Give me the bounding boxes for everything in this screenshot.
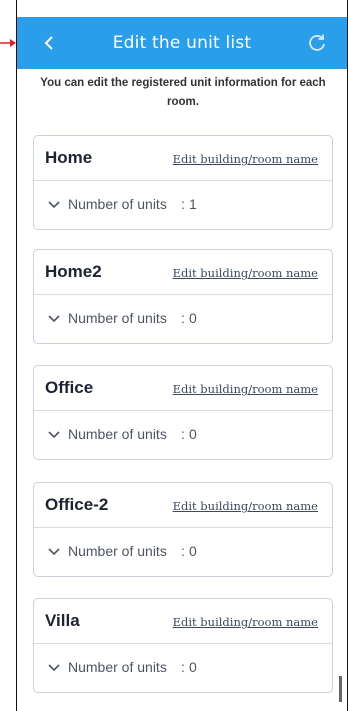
scrollbar[interactable]: [339, 676, 342, 702]
refresh-icon: [309, 34, 325, 51]
units-label: Number of units: [68, 659, 167, 675]
units-count: 0: [189, 426, 197, 442]
edit-room-name-link[interactable]: Edit building/room name: [173, 382, 318, 396]
units-label: Number of units: [68, 426, 167, 442]
room-name: Villa: [45, 611, 80, 630]
info-notice: You can edit the registered unit informa…: [40, 77, 326, 108]
edit-room-name-link[interactable]: Edit building/room name: [173, 499, 318, 513]
pointer-arrow-icon: [0, 39, 16, 47]
units-separator: :: [181, 426, 185, 442]
room-name: Office: [45, 378, 94, 397]
units-row[interactable]: Number of units : 0: [34, 295, 332, 344]
chevron-down-icon[interactable]: [48, 430, 60, 440]
units-label: Number of units: [68, 543, 167, 559]
room-name: Office-2: [45, 495, 109, 514]
units-row[interactable]: Number of units : 1: [34, 181, 332, 230]
room-name: Home: [45, 148, 93, 167]
card-header: Office-2 Edit building/room name: [34, 483, 332, 528]
card-header: Home Edit building/room name: [34, 136, 332, 181]
chevron-down-icon[interactable]: [48, 663, 60, 673]
units-row[interactable]: Number of units : 0: [34, 411, 332, 460]
units-row[interactable]: Number of units : 0: [34, 644, 332, 693]
chevron-down-icon[interactable]: [48, 200, 60, 210]
back-button[interactable]: [37, 31, 61, 55]
units-row[interactable]: Number of units : 0: [34, 528, 332, 577]
units-separator: :: [181, 659, 185, 675]
room-card: Villa Edit building/room name Number of …: [33, 598, 333, 693]
card-header: Office Edit building/room name: [34, 366, 332, 411]
edit-room-name-link[interactable]: Edit building/room name: [173, 266, 318, 280]
units-label: Number of units: [68, 310, 167, 326]
chevron-down-icon[interactable]: [48, 547, 60, 557]
chevron-left-icon: [44, 36, 53, 50]
room-card: Office-2 Edit building/room name Number …: [33, 482, 333, 577]
units-count: 0: [189, 310, 197, 326]
edit-room-name-link[interactable]: Edit building/room name: [173, 615, 318, 629]
top-bar: Edit the unit list: [17, 17, 347, 69]
units-count: 0: [189, 543, 197, 559]
room-name: Home2: [45, 262, 102, 281]
page-title: Edit the unit list: [112, 33, 252, 53]
units-count: 0: [189, 659, 197, 675]
units-count: 1: [189, 196, 197, 212]
refresh-button[interactable]: [305, 31, 329, 55]
units-separator: :: [181, 543, 185, 559]
units-separator: :: [181, 196, 185, 212]
app-screen: Edit the unit list You can edit the regi…: [17, 17, 347, 711]
units-label: Number of units: [68, 196, 167, 212]
chevron-down-icon[interactable]: [48, 314, 60, 324]
card-header: Home2 Edit building/room name: [34, 250, 332, 295]
room-card: Home2 Edit building/room name Number of …: [33, 249, 333, 344]
room-card: Home Edit building/room name Number of u…: [33, 135, 333, 230]
room-card: Office Edit building/room name Number of…: [33, 365, 333, 460]
units-separator: :: [181, 310, 185, 326]
card-header: Villa Edit building/room name: [34, 599, 332, 644]
edit-room-name-link[interactable]: Edit building/room name: [173, 152, 318, 166]
